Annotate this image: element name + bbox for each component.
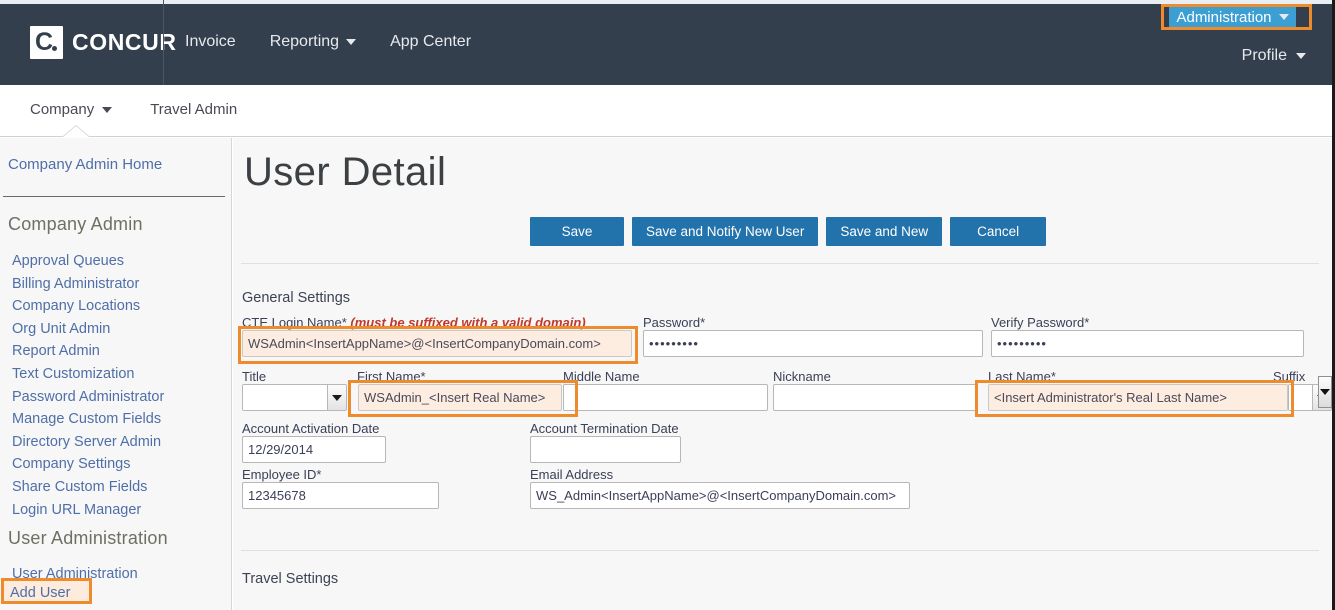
tab-company[interactable]: Company	[30, 101, 112, 118]
verify-password-label: Verify Password*	[991, 315, 1089, 330]
password-input[interactable]	[643, 330, 983, 357]
sidebar-item-manage-custom-fields[interactable]: Manage Custom Fields	[12, 408, 164, 431]
sidebar-item-password-administrator[interactable]: Password Administrator	[12, 386, 164, 409]
verify-password-input[interactable]	[991, 330, 1304, 357]
tab-label-travel-admin: Travel Admin	[150, 101, 237, 118]
app-window: C CONCUR Invoice Reporting App Center Ad…	[0, 0, 1335, 610]
sidebar-item-company-settings[interactable]: Company Settings	[12, 453, 164, 476]
save-and-new-button[interactable]: Save and New	[826, 217, 942, 246]
tab-label-company: Company	[30, 101, 94, 118]
first-name-input[interactable]	[358, 384, 562, 411]
concur-logo[interactable]: C CONCUR	[30, 26, 177, 59]
nav-label-invoice: Invoice	[185, 33, 236, 51]
sidebar-item-company-admin-home[interactable]: Company Admin Home	[8, 154, 162, 175]
sidebar-item-org-unit-admin[interactable]: Org Unit Admin	[12, 318, 164, 341]
sidebar-group-title-user-administration: User Administration	[8, 528, 168, 549]
nav-item-app-center[interactable]: App Center	[390, 33, 471, 51]
sidebar-item-directory-server-admin[interactable]: Directory Server Admin	[12, 431, 164, 454]
password-label: Password*	[643, 315, 705, 330]
suffix-dropdown-scroll-arrow[interactable]	[1318, 376, 1332, 408]
nav-label-reporting: Reporting	[270, 33, 339, 51]
cte-login-name-input[interactable]	[242, 330, 632, 357]
section-divider-bottom	[241, 550, 1319, 551]
travel-settings-heading: Travel Settings	[242, 571, 338, 587]
section-divider-top	[241, 263, 1319, 264]
suffix-select-value	[1289, 385, 1312, 410]
chevron-down-icon	[346, 39, 356, 45]
email-address-label: Email Address	[530, 467, 613, 482]
account-termination-date-label: Account Termination Date	[530, 421, 679, 436]
logo-dot	[52, 46, 57, 51]
cte-login-name-label-text: CTE Login Name*	[242, 315, 347, 330]
sidebar-item-add-user[interactable]: Add User	[10, 583, 70, 604]
tab-list: Company Travel Admin	[30, 101, 237, 118]
sidebar-item-login-url-manager[interactable]: Login URL Manager	[12, 499, 164, 522]
top-header: C CONCUR Invoice Reporting App Center Ad…	[0, 0, 1332, 85]
tab-travel-admin[interactable]: Travel Admin	[150, 101, 237, 118]
chevron-down-icon	[102, 107, 112, 113]
last-name-input[interactable]	[988, 384, 1288, 411]
nav-item-invoice[interactable]: Invoice	[185, 33, 236, 51]
first-name-label: First Name*	[357, 369, 426, 384]
sidebar-item-billing-administrator[interactable]: Billing Administrator	[12, 273, 164, 296]
save-button[interactable]: Save	[530, 217, 624, 246]
administration-highlight-box	[1161, 4, 1312, 30]
sidebar: Company Admin Home Company Admin Approva…	[0, 138, 232, 610]
sidebar-item-share-custom-fields[interactable]: Share Custom Fields	[12, 476, 164, 499]
sidebar-item-company-locations[interactable]: Company Locations	[12, 295, 164, 318]
concur-logo-text: CONCUR	[72, 29, 177, 56]
save-and-notify-new-user-button[interactable]: Save and Notify New User	[632, 217, 818, 246]
employee-id-input[interactable]	[242, 482, 439, 509]
account-termination-date-input[interactable]	[530, 436, 681, 463]
sidebar-group-title-company-admin: Company Admin	[8, 214, 143, 235]
title-label: Title	[242, 369, 266, 384]
middle-name-label: Middle Name	[563, 369, 640, 384]
cte-login-name-note: (must be suffixed with a valid domain)	[350, 315, 585, 330]
sidebar-group-company-admin: Approval Queues Billing Administrator Co…	[12, 250, 164, 521]
chevron-down-icon[interactable]	[327, 385, 346, 410]
secondary-tab-bar: Company Travel Admin	[0, 85, 1332, 137]
sidebar-item-text-customization[interactable]: Text Customization	[12, 363, 164, 386]
email-address-input[interactable]	[530, 482, 910, 509]
account-activation-date-input[interactable]	[242, 436, 386, 463]
title-select-value	[243, 385, 327, 410]
header-top-strip	[0, 0, 1332, 4]
chevron-down-icon	[1296, 53, 1306, 59]
form-action-buttons: Save Save and Notify New User Save and N…	[530, 217, 1046, 246]
concur-logo-icon: C	[30, 26, 63, 59]
suffix-label: Suffix	[1273, 369, 1305, 384]
nav-label-app-center: App Center	[390, 33, 471, 51]
title-select[interactable]	[242, 384, 347, 411]
sidebar-item-report-admin[interactable]: Report Admin	[12, 340, 164, 363]
page-title: User Detail	[244, 150, 446, 195]
middle-name-input[interactable]	[563, 384, 768, 411]
cte-login-name-label: CTE Login Name* (must be suffixed with a…	[242, 315, 586, 330]
profile-menu[interactable]: Profile	[1242, 47, 1306, 65]
active-tab-pointer	[63, 126, 89, 137]
profile-label: Profile	[1242, 47, 1287, 65]
main-content: User Detail Save Save and Notify New Use…	[233, 138, 1332, 610]
cancel-button[interactable]: Cancel	[950, 217, 1046, 246]
account-activation-date-label: Account Activation Date	[242, 421, 379, 436]
nav-item-reporting[interactable]: Reporting	[270, 33, 356, 51]
nickname-label: Nickname	[773, 369, 831, 384]
logo-c-glyph: C	[35, 29, 53, 56]
primary-nav: Invoice Reporting App Center	[185, 33, 471, 51]
general-settings-heading: General Settings	[242, 290, 350, 306]
employee-id-label: Employee ID*	[242, 467, 321, 482]
header-divider	[163, 0, 164, 85]
nickname-input[interactable]	[773, 384, 978, 411]
sidebar-divider	[3, 196, 225, 197]
last-name-label: Last Name*	[988, 369, 1056, 384]
sidebar-item-approval-queues[interactable]: Approval Queues	[12, 250, 164, 273]
